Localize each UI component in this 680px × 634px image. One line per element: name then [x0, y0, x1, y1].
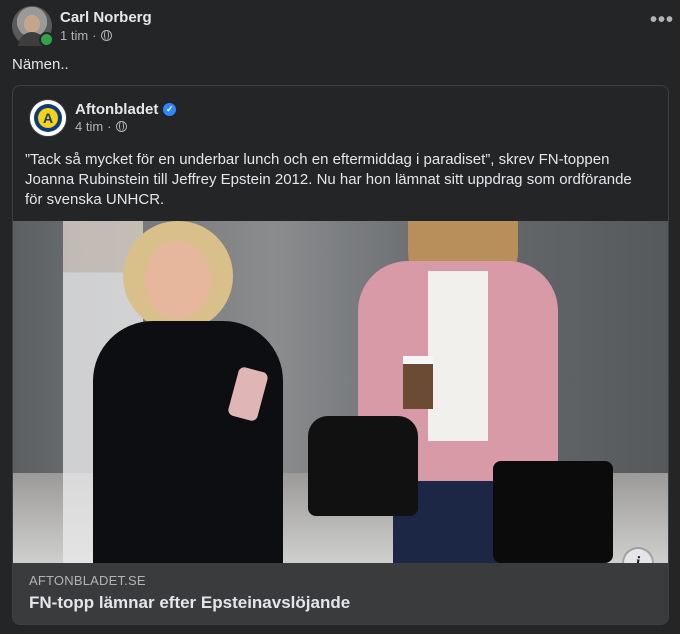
more-options-icon[interactable]: ••• — [648, 6, 676, 34]
logo-letter: A — [38, 108, 58, 128]
author-block: Carl Norberg 1 tim · — [60, 8, 152, 44]
shared-post-header: A Aftonbladet ✓ 4 tim · — [29, 98, 177, 138]
author-avatar[interactable] — [12, 6, 54, 47]
page-info: Aftonbladet ✓ 4 tim · — [75, 101, 177, 135]
meta-separator: · — [92, 28, 97, 43]
shared-post-body: ”Tack så mycket för en underbar lunch oc… — [25, 151, 632, 208]
online-status-icon — [39, 32, 54, 47]
link-preview-photo[interactable] — [13, 221, 668, 563]
post-header: Carl Norberg 1 tim · — [12, 6, 668, 47]
post-text: Nämen.. — [12, 56, 69, 73]
post-time[interactable]: 1 tim — [60, 27, 88, 44]
globe-icon[interactable] — [115, 121, 127, 132]
page-name-row: Aftonbladet ✓ — [75, 101, 177, 118]
link-preview-footer[interactable]: AFTONBLADET.SE FN-topp lämnar efter Epst… — [13, 563, 668, 624]
shared-post-card[interactable]: A Aftonbladet ✓ 4 tim · ”Tack så mycket … — [12, 85, 669, 625]
verified-badge-icon: ✓ — [163, 103, 177, 116]
shared-time[interactable]: 4 tim — [75, 118, 103, 135]
photo-woman-left — [83, 221, 293, 563]
globe-icon[interactable] — [100, 30, 112, 41]
avatar-face — [24, 15, 40, 33]
link-domain: AFTONBLADET.SE — [29, 573, 146, 588]
shared-meta: 4 tim · — [75, 118, 176, 135]
aftonbladet-logo-icon[interactable]: A — [29, 99, 67, 137]
post-meta: 1 tim · — [60, 27, 152, 44]
link-title[interactable]: FN-topp lämnar efter Epsteinavslöjande — [29, 593, 350, 613]
page-name[interactable]: Aftonbladet — [75, 101, 158, 118]
photo-bag — [493, 461, 613, 563]
meta-separator: · — [107, 119, 112, 134]
photo-handbag — [308, 416, 418, 516]
author-name[interactable]: Carl Norberg — [60, 8, 152, 27]
